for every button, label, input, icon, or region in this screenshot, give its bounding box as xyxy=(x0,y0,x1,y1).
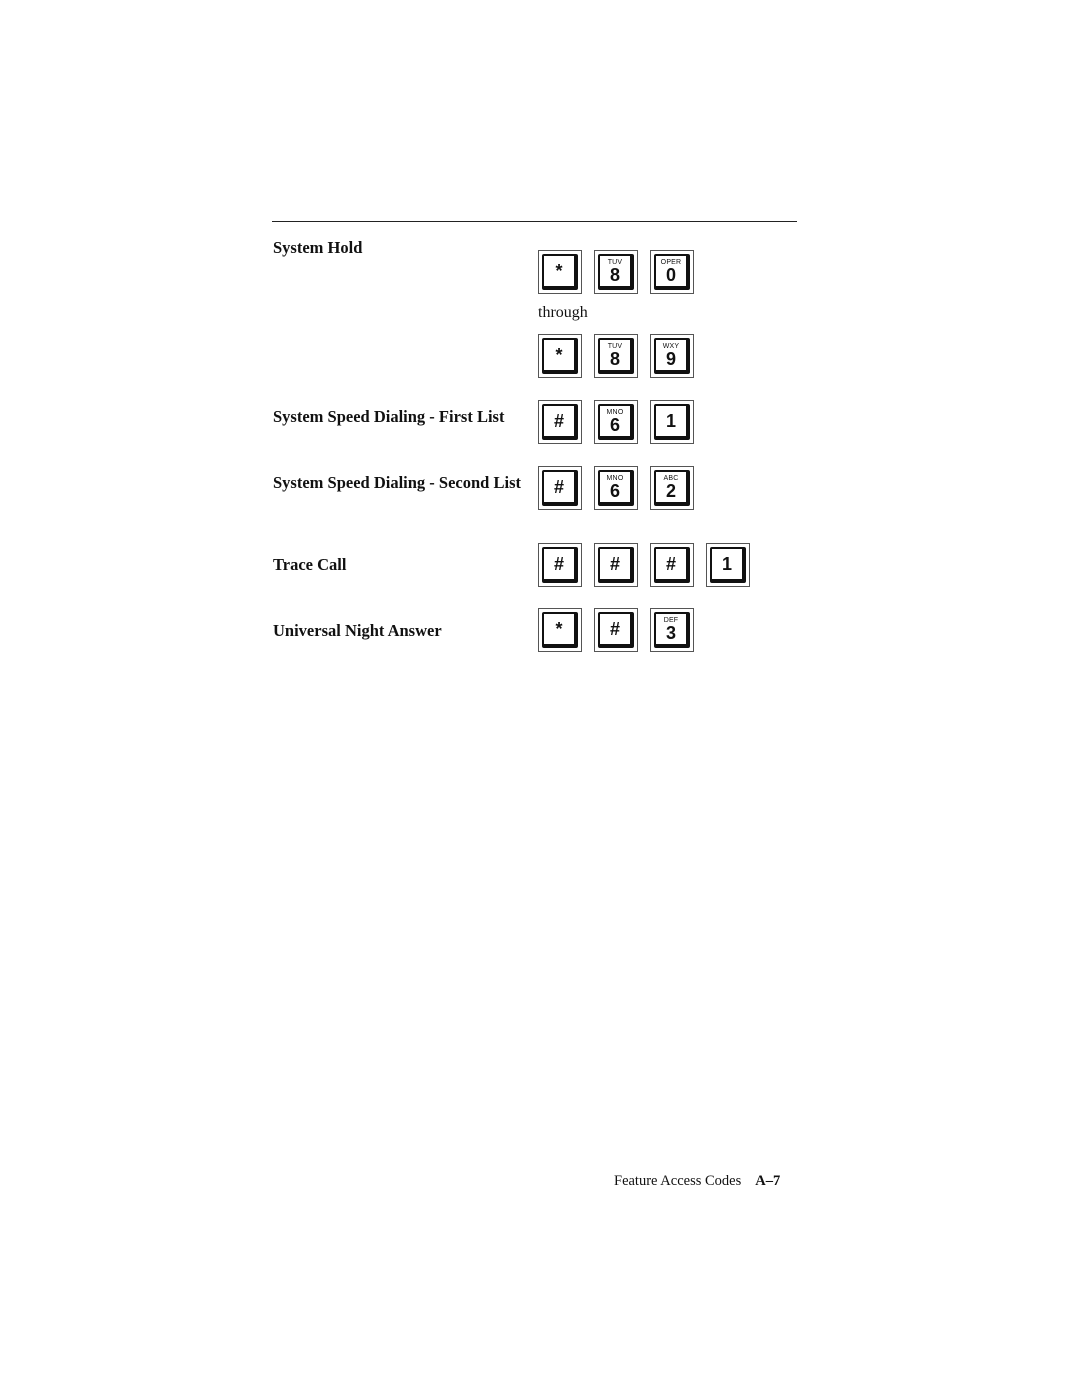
keys-system-hold-end: * TUV 8 WXY 9 xyxy=(538,334,694,378)
key-digit: * xyxy=(555,619,563,639)
keypad-key-star-icon: * xyxy=(538,334,582,378)
key-digit: 8 xyxy=(609,264,620,285)
key-face: TUV 8 xyxy=(598,254,634,290)
keypad-key-8-icon: TUV 8 xyxy=(594,334,638,378)
keypad-key-star-icon: * xyxy=(538,250,582,294)
key-face: # xyxy=(542,404,578,440)
keypad-key-pound-icon: # xyxy=(538,466,582,510)
keypad-key-pound-icon: # xyxy=(538,400,582,444)
key-face: 1 xyxy=(710,547,746,583)
key-digit: # xyxy=(609,619,620,639)
keypad-key-8-icon: TUV 8 xyxy=(594,250,638,294)
key-face: # xyxy=(654,547,690,583)
key-face: # xyxy=(542,470,578,506)
page-number: A–7 xyxy=(755,1173,781,1189)
label-universal-night-answer: Universal Night Answer xyxy=(273,621,442,640)
keypad-key-1-icon: 1 xyxy=(650,400,694,444)
key-digit: * xyxy=(555,345,563,365)
header-rule xyxy=(272,221,797,222)
key-digit: # xyxy=(553,411,564,431)
key-digit: 3 xyxy=(665,622,676,643)
keys-speed-dial-second: # MNO 6 ABC 2 xyxy=(538,466,694,510)
keypad-key-0-icon: OPER 0 xyxy=(650,250,694,294)
key-face: # xyxy=(598,547,634,583)
key-digit: 8 xyxy=(609,348,620,369)
key-face: # xyxy=(542,547,578,583)
label-system-hold: System Hold xyxy=(273,238,363,257)
through-text: through xyxy=(538,304,588,321)
keypad-key-6-icon: MNO 6 xyxy=(594,466,638,510)
key-face: 1 xyxy=(654,404,690,440)
key-digit: # xyxy=(553,477,564,497)
keypad-key-star-icon: * xyxy=(538,608,582,652)
keypad-key-9-icon: WXY 9 xyxy=(650,334,694,378)
keys-universal-night-answer: * # DEF 3 xyxy=(538,608,694,652)
key-face: OPER 0 xyxy=(654,254,690,290)
footer-title: Feature Access Codes xyxy=(614,1173,742,1189)
key-digit: 9 xyxy=(665,348,676,369)
key-face: ABC 2 xyxy=(654,470,690,506)
key-digit: 0 xyxy=(665,264,676,285)
key-face: * xyxy=(542,338,578,374)
key-digit: 1 xyxy=(665,411,676,431)
key-face: WXY 9 xyxy=(654,338,690,374)
keypad-key-2-icon: ABC 2 xyxy=(650,466,694,510)
key-face: * xyxy=(542,254,578,290)
label-speed-dial-first: System Speed Dialing - First List xyxy=(273,407,505,426)
keypad-key-pound-icon: # xyxy=(594,608,638,652)
keypad-key-6-icon: MNO 6 xyxy=(594,400,638,444)
key-face: MNO 6 xyxy=(598,470,634,506)
key-face: DEF 3 xyxy=(654,612,690,648)
key-digit: # xyxy=(609,554,620,574)
keys-speed-dial-first: # MNO 6 1 xyxy=(538,400,694,444)
key-digit: 2 xyxy=(665,480,676,501)
key-digit: 1 xyxy=(721,554,732,574)
key-digit: 6 xyxy=(609,414,620,435)
key-face: # xyxy=(598,612,634,648)
key-digit: # xyxy=(665,554,676,574)
key-digit: * xyxy=(555,261,563,281)
key-face: MNO 6 xyxy=(598,404,634,440)
key-digit: # xyxy=(553,554,564,574)
keypad-key-1-icon: 1 xyxy=(706,543,750,587)
keypad-key-pound-icon: # xyxy=(650,543,694,587)
label-trace-call: Trace Call xyxy=(273,555,347,574)
keypad-key-pound-icon: # xyxy=(538,543,582,587)
key-face: * xyxy=(542,612,578,648)
label-speed-dial-second: System Speed Dialing - Second List xyxy=(273,473,521,492)
keypad-key-3-icon: DEF 3 xyxy=(650,608,694,652)
page-footer: Feature Access Codes A–7 xyxy=(614,1173,780,1190)
key-face: TUV 8 xyxy=(598,338,634,374)
keypad-key-pound-icon: # xyxy=(594,543,638,587)
keys-system-hold: * TUV 8 OPER 0 xyxy=(538,250,694,294)
keys-trace-call: # # #1 xyxy=(538,543,750,587)
key-digit: 6 xyxy=(609,480,620,501)
